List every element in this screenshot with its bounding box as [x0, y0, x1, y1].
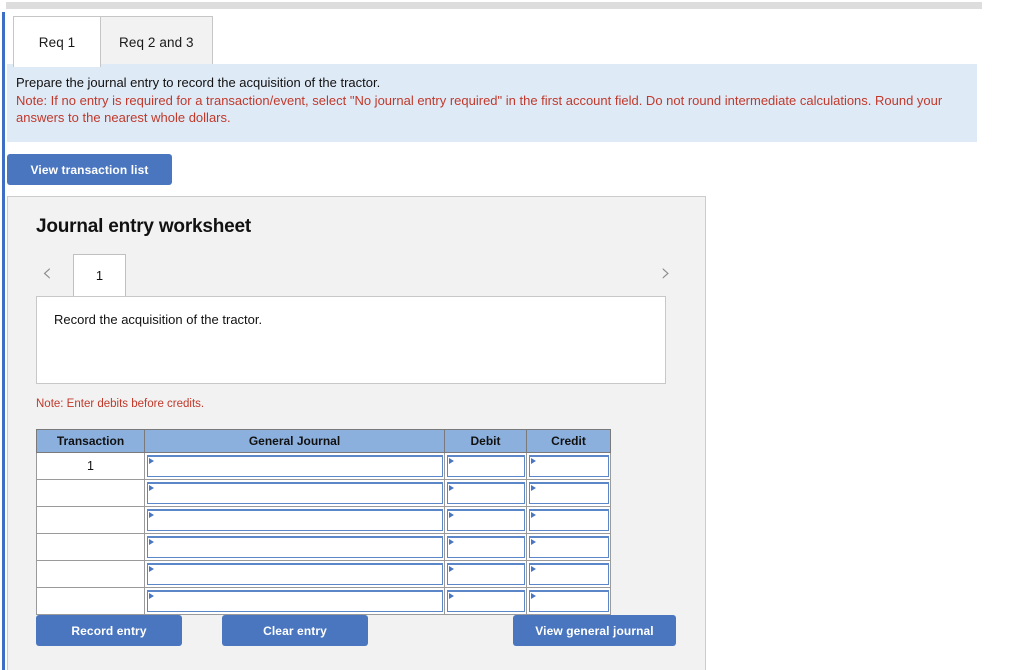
- view-transaction-list-button[interactable]: View transaction list: [7, 154, 172, 185]
- tab-req-1-label: Req 1: [38, 34, 76, 50]
- view-general-journal-button[interactable]: View general journal: [513, 615, 676, 646]
- account-select-field[interactable]: [147, 590, 443, 612]
- column-header-general-journal: General Journal: [144, 429, 445, 453]
- debit-cell[interactable]: [444, 506, 527, 534]
- general-journal-cell[interactable]: [144, 560, 445, 588]
- table-row: [36, 560, 611, 588]
- table-header-row: Transaction General Journal Debit Credit: [36, 429, 611, 453]
- transaction-number-cell: 1: [36, 452, 145, 480]
- horizontal-scrollbar[interactable]: [0, 0, 1024, 10]
- clear-entry-button[interactable]: Clear entry: [222, 615, 368, 646]
- general-journal-cell[interactable]: [144, 506, 445, 534]
- account-select-field[interactable]: [147, 482, 443, 504]
- journal-entry-worksheet-panel: Journal entry worksheet ‹ 1 › Record the…: [7, 196, 706, 670]
- chevron-right-icon[interactable]: ›: [655, 259, 677, 289]
- account-select-field[interactable]: [147, 509, 443, 531]
- instruction-panel: Prepare the journal entry to record the …: [7, 64, 977, 142]
- account-select-field[interactable]: [147, 563, 443, 585]
- tab-req-1[interactable]: Req 1: [13, 16, 101, 67]
- table-row: [36, 479, 611, 507]
- page-title: Journal entry worksheet: [36, 216, 252, 237]
- debit-cell[interactable]: [444, 479, 527, 507]
- worksheet-page-tab-1[interactable]: 1: [73, 254, 126, 296]
- transaction-number-cell: [36, 533, 145, 561]
- tab-req-2-and-3[interactable]: Req 2 and 3: [100, 16, 213, 67]
- entry-description-box: Record the acquisition of the tractor.: [36, 296, 666, 384]
- instruction-note-text: Note: If no entry is required for a tran…: [16, 93, 943, 125]
- transaction-number-cell: [36, 506, 145, 534]
- record-entry-button[interactable]: Record entry: [36, 615, 182, 646]
- credit-cell[interactable]: [526, 587, 611, 615]
- credit-input[interactable]: [529, 509, 609, 531]
- column-header-transaction: Transaction: [36, 429, 145, 453]
- debit-cell[interactable]: [444, 560, 527, 588]
- account-select-field[interactable]: [147, 536, 443, 558]
- debits-before-credits-note: Note: Enter debits before credits.: [36, 398, 205, 410]
- debit-cell[interactable]: [444, 533, 527, 561]
- worksheet-pager: ‹ 1 ›: [8, 253, 707, 296]
- requirement-tab-bar: Req 1 Req 2 and 3: [13, 16, 213, 67]
- transaction-number-cell: [36, 587, 145, 615]
- credit-cell[interactable]: [526, 560, 611, 588]
- tab-req-2-and-3-label: Req 2 and 3: [119, 34, 194, 50]
- credit-input[interactable]: [529, 536, 609, 558]
- credit-input[interactable]: [529, 563, 609, 585]
- table-row: [36, 587, 611, 615]
- table-row: [36, 533, 611, 561]
- table-row: 1: [36, 452, 611, 480]
- general-journal-cell[interactable]: [144, 533, 445, 561]
- debit-cell[interactable]: [444, 587, 527, 615]
- entry-description-text: Record the acquisition of the tractor.: [54, 312, 263, 327]
- credit-cell[interactable]: [526, 533, 611, 561]
- credit-cell[interactable]: [526, 479, 611, 507]
- debit-input[interactable]: [447, 563, 525, 585]
- account-select-field[interactable]: [147, 455, 443, 477]
- credit-cell[interactable]: [526, 506, 611, 534]
- debit-input[interactable]: [447, 536, 525, 558]
- debit-cell[interactable]: [444, 452, 527, 480]
- general-journal-cell[interactable]: [144, 587, 445, 615]
- transaction-number-cell: [36, 479, 145, 507]
- general-journal-cell[interactable]: [144, 452, 445, 480]
- column-header-credit: Credit: [526, 429, 611, 453]
- general-journal-cell[interactable]: [144, 479, 445, 507]
- debit-input[interactable]: [447, 590, 525, 612]
- credit-input[interactable]: [529, 482, 609, 504]
- chevron-left-icon[interactable]: ‹: [36, 259, 58, 289]
- credit-input[interactable]: [529, 590, 609, 612]
- credit-input[interactable]: [529, 455, 609, 477]
- transaction-number-cell: [36, 560, 145, 588]
- left-accent-bar: [2, 12, 5, 670]
- debit-input[interactable]: [447, 455, 525, 477]
- credit-cell[interactable]: [526, 452, 611, 480]
- worksheet-page-tab-1-label: 1: [95, 268, 104, 283]
- debit-input[interactable]: [447, 509, 525, 531]
- debit-input[interactable]: [447, 482, 525, 504]
- journal-entry-table: Transaction General Journal Debit Credit…: [36, 429, 611, 615]
- table-row: [36, 506, 611, 534]
- column-header-debit: Debit: [444, 429, 527, 453]
- instruction-primary-text: Prepare the journal entry to record the …: [16, 75, 381, 90]
- journal-table-body: 1: [36, 452, 611, 615]
- horizontal-scrollbar-thumb[interactable]: [6, 2, 982, 9]
